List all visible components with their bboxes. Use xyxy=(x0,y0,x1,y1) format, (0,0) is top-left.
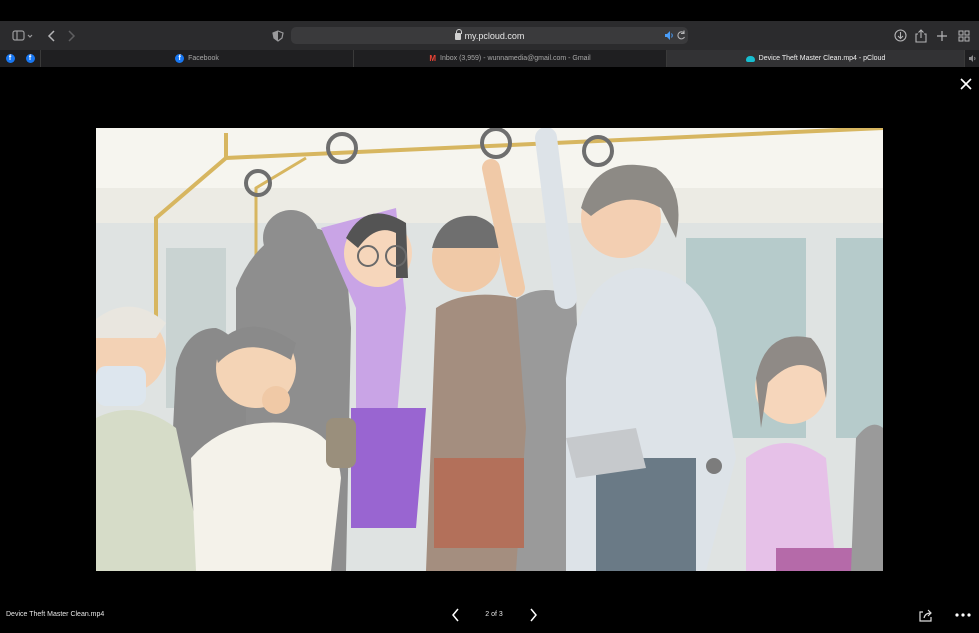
tab-bar: f f f Facebook M Inbox (3,959) - wunname… xyxy=(0,50,979,67)
sidebar-icon xyxy=(12,29,33,41)
share-toolbar-button[interactable] xyxy=(913,26,929,45)
speaker-icon xyxy=(968,55,975,62)
more-options-button[interactable] xyxy=(953,607,973,623)
address-display: my.pcloud.com xyxy=(291,27,688,44)
lock-icon xyxy=(454,29,462,40)
tab-audio-button[interactable] xyxy=(965,50,979,67)
close-icon xyxy=(960,78,972,90)
page-indicator: 2 of 3 xyxy=(485,611,503,618)
facebook-icon: f xyxy=(175,54,185,63)
new-tab-button[interactable] xyxy=(934,26,950,45)
ellipsis-icon xyxy=(955,613,971,617)
pinned-tab-facebook-2[interactable]: f xyxy=(20,50,41,67)
chevron-right-icon xyxy=(68,29,76,42)
speaker-icon[interactable] xyxy=(664,30,674,41)
screen-top-strip xyxy=(0,0,979,21)
file-name-label: Device Theft Master Clean.mp4 xyxy=(6,611,105,618)
chevron-left-icon xyxy=(452,608,459,622)
pinned-tab-facebook-1[interactable]: f xyxy=(0,50,20,67)
tab-pcloud[interactable]: Device Theft Master Clean.mp4 - pCloud xyxy=(667,50,965,67)
video-still-illustration xyxy=(96,128,883,571)
chevron-left-icon xyxy=(47,29,55,42)
tab-facebook[interactable]: f Facebook xyxy=(41,50,354,67)
reload-icon[interactable] xyxy=(676,30,686,41)
chevron-right-icon xyxy=(530,608,537,622)
share-icon xyxy=(915,28,927,43)
plus-icon xyxy=(937,30,947,41)
shield-icon xyxy=(272,29,284,42)
share-icon xyxy=(919,609,932,622)
video-frame[interactable] xyxy=(96,128,883,571)
tab-gmail[interactable]: M Inbox (3,959) - wunnamedia@gmail.com -… xyxy=(354,50,667,67)
share-file-button[interactable] xyxy=(918,608,936,624)
forward-button[interactable] xyxy=(63,26,79,45)
facebook-icon: f xyxy=(5,54,15,63)
tab-overview-button[interactable] xyxy=(955,26,973,45)
previous-file-button[interactable] xyxy=(448,607,464,623)
address-text: my.pcloud.com xyxy=(464,30,525,41)
close-viewer-button[interactable] xyxy=(958,76,974,92)
tab-label: Inbox (3,959) - wunnamedia@gmail.com - G… xyxy=(440,55,591,62)
download-icon xyxy=(893,29,907,42)
tab-label: Device Theft Master Clean.mp4 - pCloud xyxy=(758,55,886,62)
address-bar[interactable]: my.pcloud.com xyxy=(291,27,688,44)
facebook-icon: f xyxy=(25,54,35,63)
tab-label: Facebook xyxy=(188,55,219,62)
downloads-button[interactable] xyxy=(892,26,908,45)
pcloud-icon xyxy=(745,55,755,62)
privacy-report-button[interactable] xyxy=(270,26,286,45)
grid-icon xyxy=(958,30,970,41)
gmail-icon: M xyxy=(429,54,436,63)
back-button[interactable] xyxy=(44,26,60,45)
next-file-button[interactable] xyxy=(525,607,541,623)
sidebar-toggle-button[interactable] xyxy=(10,26,36,45)
